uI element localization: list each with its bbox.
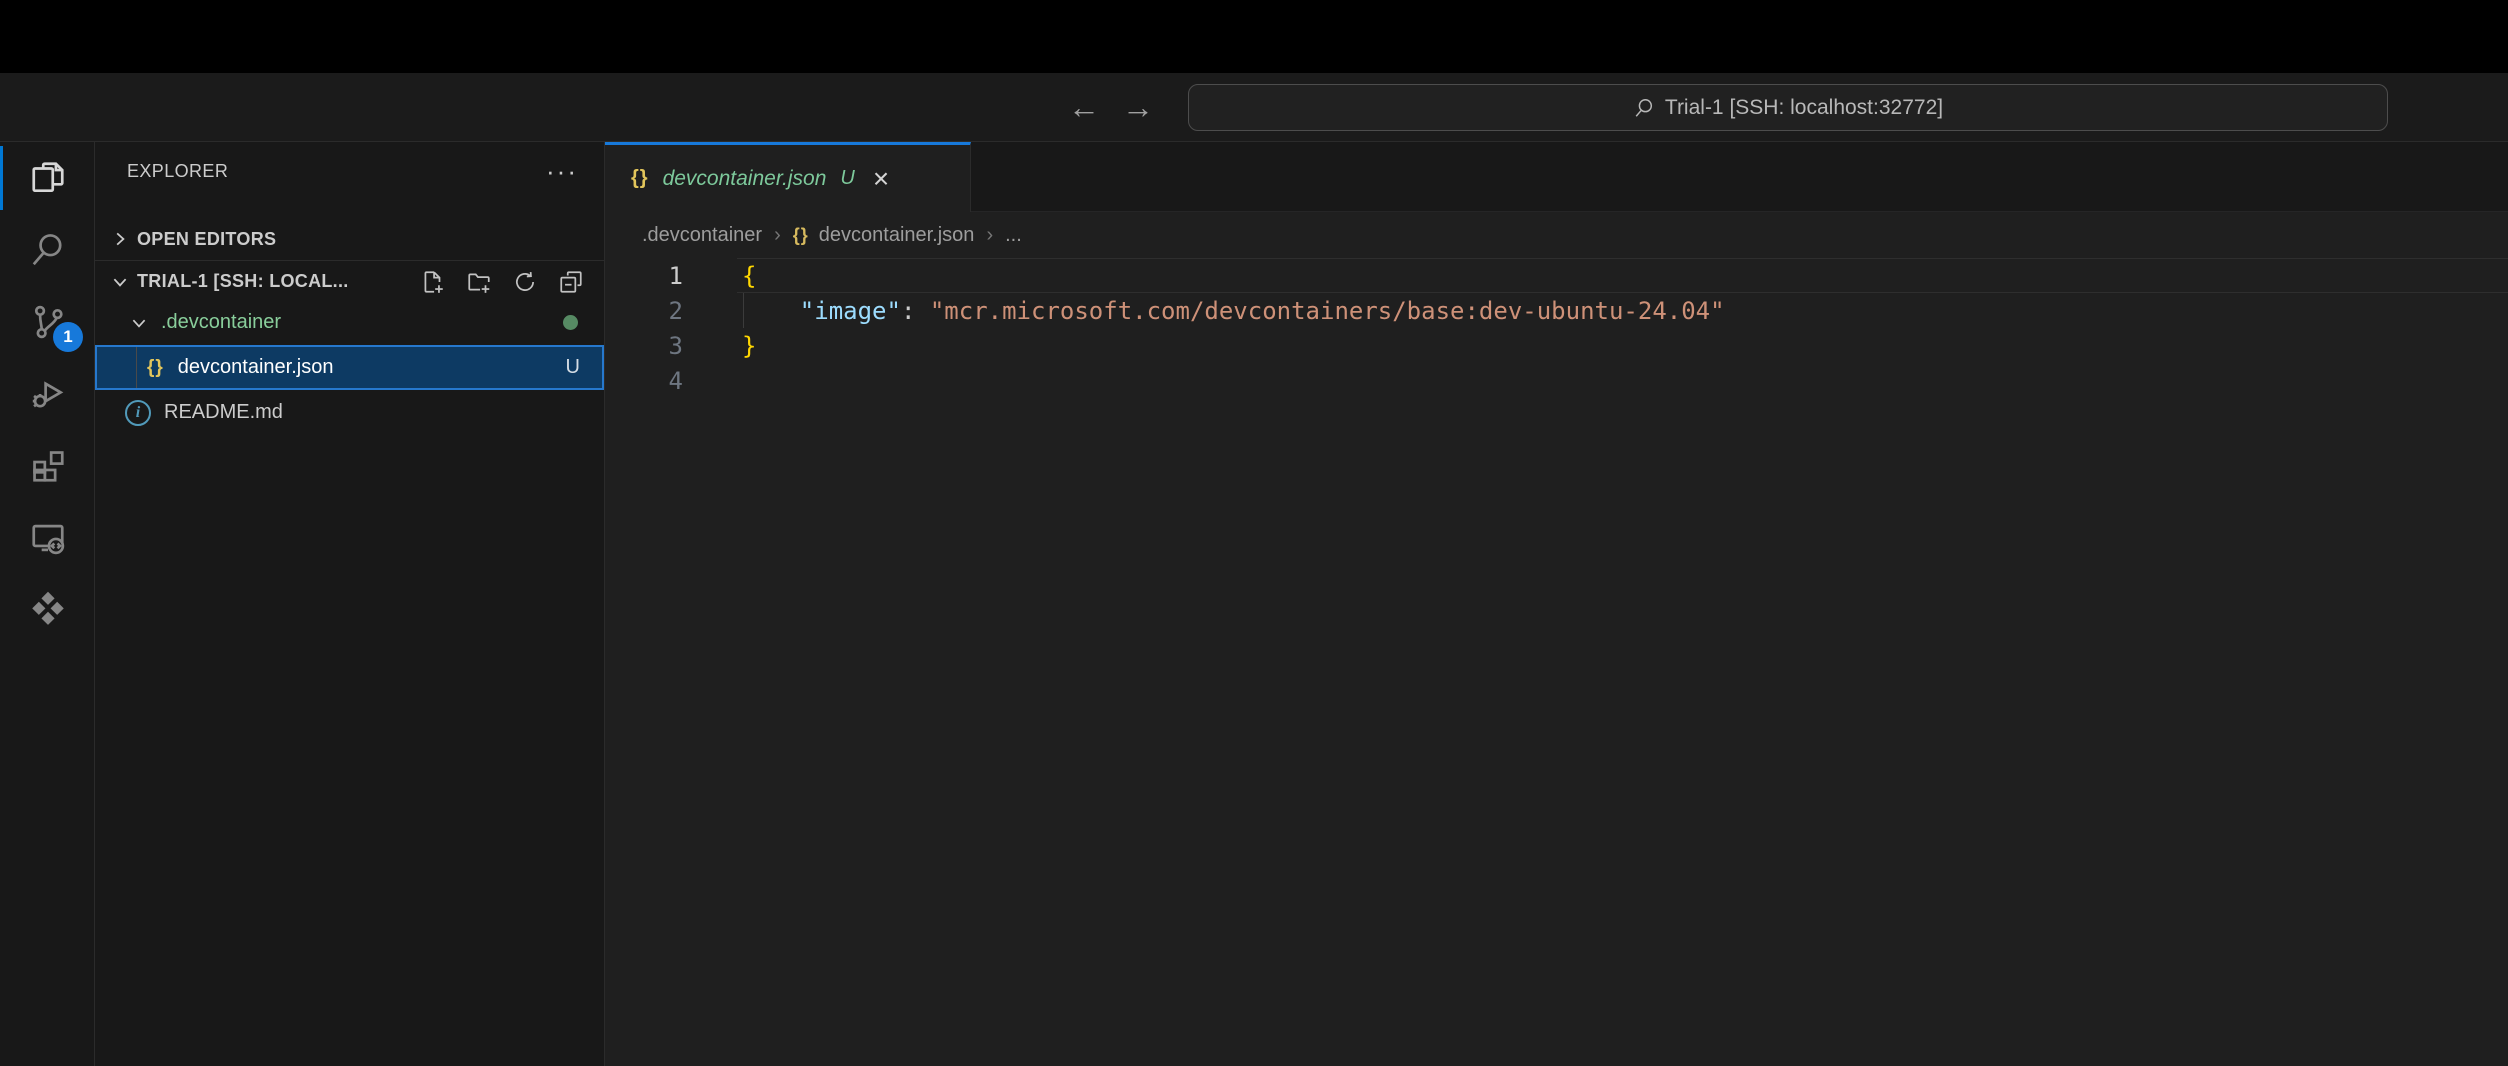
refresh-button[interactable] — [512, 269, 538, 295]
chevron-right-icon: › — [774, 224, 781, 247]
debug-icon — [29, 375, 67, 413]
file-name: README.md — [164, 401, 283, 424]
git-status-badge: U — [840, 167, 854, 190]
activity-item-search[interactable] — [0, 214, 95, 286]
breadcrumb-folder[interactable]: .devcontainer — [642, 224, 762, 247]
editor-group: {} devcontainer.json U × .devcontainer ›… — [605, 142, 2508, 1066]
panel-title: EXPLORER — [127, 161, 228, 182]
line-number: 2 — [605, 297, 710, 325]
command-center-text: Trial-1 [SSH: localhost:32772] — [1665, 96, 1943, 120]
search-icon — [29, 231, 67, 269]
nav-back-button[interactable]: ← — [1068, 73, 1100, 142]
git-untracked-dot-badge — [563, 315, 578, 330]
macos-menu-bar — [0, 0, 2508, 73]
tree-item-devcontainer-json[interactable]: {} devcontainer.json U — [95, 345, 604, 390]
json-file-icon: {} — [631, 167, 649, 190]
breadcrumb-file[interactable]: devcontainer.json — [819, 224, 975, 247]
code-line-1: 1 { — [605, 258, 2508, 293]
activity-item-source-control[interactable]: 1 — [0, 286, 95, 358]
title-bar: ← → Trial-1 [SSH: localhost:32772] — [0, 73, 2508, 142]
code-line-4: 4 — [605, 363, 2508, 398]
close-icon[interactable]: × — [873, 165, 889, 193]
extensions-icon — [29, 447, 67, 485]
open-editors-header[interactable]: OPEN EDITORS — [95, 218, 604, 260]
breadcrumb-symbol-ellipsis[interactable]: ... — [1005, 224, 1022, 247]
editor-content[interactable]: 1 { 2 "image": "mcr.microsoft.com/devcon… — [605, 258, 2508, 1066]
json-file-icon: {} — [793, 225, 809, 246]
line-number: 4 — [605, 367, 710, 395]
line-number: 1 — [605, 262, 710, 290]
chevron-right-icon — [107, 230, 133, 248]
files-icon — [29, 159, 67, 197]
new-folder-button[interactable] — [466, 269, 492, 295]
line-number: 3 — [605, 332, 710, 360]
json-file-icon: {} — [147, 357, 164, 379]
open-editors-label: OPEN EDITORS — [137, 229, 276, 250]
workspace-section-header[interactable]: TRIAL-1 [SSH: LOCAL... — [95, 260, 604, 302]
breadcrumb: .devcontainer › {} devcontainer.json › .… — [605, 212, 2508, 258]
chevron-down-icon — [107, 273, 133, 291]
workspace-label: TRIAL-1 [SSH: LOCAL... — [137, 271, 349, 292]
nav-forward-button[interactable]: → — [1122, 73, 1154, 142]
explorer-panel: EXPLORER ··· OPEN EDITORS TRIAL-1 [SSH: … — [95, 142, 605, 1066]
indent-guide — [743, 293, 744, 328]
activity-item-run-debug[interactable] — [0, 358, 95, 430]
git-status-badge: U — [566, 356, 580, 379]
current-line-highlight — [737, 258, 2508, 293]
chevron-right-icon: › — [986, 224, 993, 247]
collapse-all-button[interactable] — [558, 269, 584, 295]
activity-bar: 1 — [0, 142, 95, 1066]
file-tree: .devcontainer {} devcontainer.json U i R… — [95, 300, 604, 435]
folder-name: .devcontainer — [161, 311, 281, 334]
more-actions-button[interactable]: ··· — [546, 166, 578, 176]
activity-item-explorer[interactable] — [0, 142, 95, 214]
command-center-search[interactable]: Trial-1 [SSH: localhost:32772] — [1188, 84, 2388, 131]
activity-item-extensions[interactable] — [0, 430, 95, 502]
tab-label: devcontainer.json — [663, 167, 827, 191]
file-name: devcontainer.json — [178, 356, 334, 379]
scm-changes-badge: 1 — [53, 322, 83, 352]
info-icon: i — [125, 400, 151, 426]
new-file-button[interactable] — [420, 269, 446, 295]
activity-item-remote-explorer[interactable] — [0, 502, 95, 574]
tab-devcontainer-json[interactable]: {} devcontainer.json U × — [605, 142, 971, 212]
tree-item-readme[interactable]: i README.md — [95, 390, 604, 435]
activity-item-extension-extra[interactable] — [0, 574, 95, 646]
code-line-2: 2 "image": "mcr.microsoft.com/devcontain… — [605, 293, 2508, 328]
diamonds-icon — [28, 590, 68, 630]
code-line-3: 3 } — [605, 328, 2508, 363]
tab-bar: {} devcontainer.json U × — [605, 142, 2508, 212]
remote-explorer-icon — [29, 519, 67, 557]
indent-guide — [136, 347, 137, 388]
chevron-down-icon — [127, 314, 151, 332]
tree-item-devcontainer-folder[interactable]: .devcontainer — [95, 300, 604, 345]
search-icon — [1633, 97, 1655, 119]
